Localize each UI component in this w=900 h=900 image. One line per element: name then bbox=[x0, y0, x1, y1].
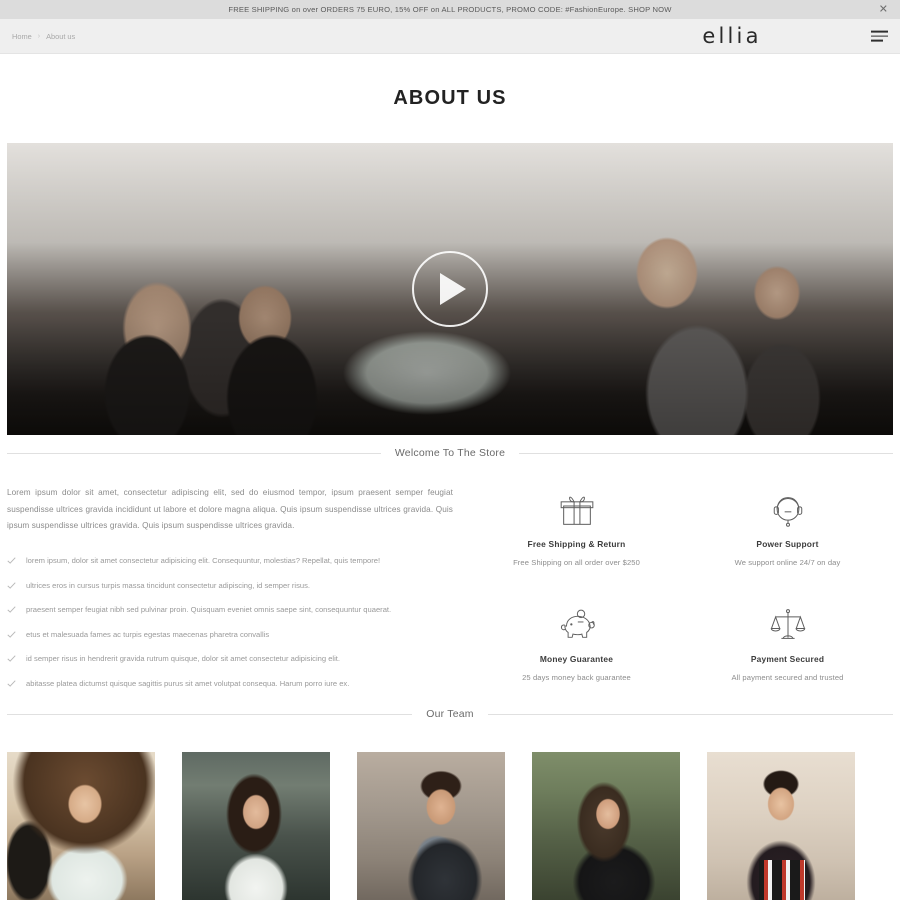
team-member-2[interactable] bbox=[182, 752, 330, 900]
check-icon bbox=[7, 581, 16, 590]
hamburger-bar-2 bbox=[871, 35, 888, 37]
feature-power-support: Power Support We support online 24/7 on … bbox=[682, 489, 893, 582]
feature-title: Payment Secured bbox=[750, 653, 825, 664]
team-member-photo bbox=[357, 752, 505, 900]
play-icon[interactable] bbox=[412, 251, 488, 327]
site-header: Home › About us ellia bbox=[0, 19, 900, 54]
welcome-content: Lorem ipsum dolor sit amet, consectetur … bbox=[0, 471, 900, 696]
promo-banner-text[interactable]: FREE SHIPPING on over ORDERS 75 EURO, 15… bbox=[228, 5, 671, 14]
close-icon[interactable]: ✕ bbox=[879, 4, 888, 15]
check-icon bbox=[7, 630, 16, 639]
headset-support-icon bbox=[768, 489, 808, 533]
welcome-heading-label: Welcome To The Store bbox=[394, 447, 506, 459]
list-item-label: praesent semper feugiat nibh sed pulvina… bbox=[26, 605, 392, 615]
welcome-paragraph: Lorem ipsum dolor sit amet, consectetur … bbox=[7, 488, 453, 530]
gift-box-icon bbox=[557, 489, 597, 533]
feature-free-shipping: Free Shipping & Return Free Shipping on … bbox=[471, 489, 682, 582]
hamburger-menu-icon[interactable] bbox=[871, 30, 888, 42]
divider-left bbox=[7, 713, 413, 715]
welcome-checklist: lorem ipsum, dolor sit amet consectetur … bbox=[7, 549, 453, 697]
team-member-4[interactable] bbox=[532, 752, 680, 900]
team-member-photo bbox=[7, 752, 155, 900]
welcome-section-heading: Welcome To The Store bbox=[7, 435, 894, 471]
feature-money-guarantee: Money Guarantee 25 days money back guara… bbox=[471, 604, 682, 697]
hero-video-banner[interactable] bbox=[7, 143, 893, 435]
feature-grid: Free Shipping & Return Free Shipping on … bbox=[471, 485, 893, 696]
check-icon bbox=[7, 654, 16, 663]
welcome-text-column: Lorem ipsum dolor sit amet, consectetur … bbox=[7, 485, 453, 696]
divider-left bbox=[7, 452, 381, 454]
hamburger-bar-3 bbox=[871, 39, 883, 42]
page-title: ABOUT US bbox=[393, 87, 507, 109]
page-title-section: ABOUT US bbox=[0, 54, 900, 143]
scales-balance-icon bbox=[769, 604, 807, 648]
feature-subtitle: Free Shipping on all order over $250 bbox=[513, 558, 640, 567]
divider-right bbox=[487, 713, 894, 715]
piggy-bank-icon bbox=[556, 604, 598, 648]
site-logo[interactable]: ellia bbox=[702, 24, 761, 48]
list-item-label: lorem ipsum, dolor sit amet consectetur … bbox=[26, 555, 381, 565]
list-item-label: abitasse platea dictumst quisque sagitti… bbox=[26, 679, 350, 689]
list-item: etus et malesuada fames ac turpis egesta… bbox=[7, 622, 453, 647]
list-item: lorem ipsum, dolor sit amet consectetur … bbox=[7, 549, 453, 574]
list-item: ultrices eros in cursus turpis massa tin… bbox=[7, 573, 453, 598]
feature-subtitle: We support online 24/7 on day bbox=[734, 558, 841, 567]
feature-title: Money Guarantee bbox=[539, 653, 614, 664]
play-triangle bbox=[440, 273, 466, 305]
list-item-label: id semper risus in hendrerit gravida rut… bbox=[26, 654, 341, 664]
team-section-heading: Our Team bbox=[7, 696, 894, 732]
check-icon bbox=[7, 605, 16, 614]
team-gallery bbox=[0, 732, 900, 900]
list-item: praesent semper feugiat nibh sed pulvina… bbox=[7, 598, 453, 623]
feature-subtitle: All payment secured and trusted bbox=[731, 672, 844, 682]
team-member-photo bbox=[182, 752, 330, 900]
team-member-photo bbox=[707, 752, 855, 900]
feature-subtitle: 25 days money back guarantee bbox=[522, 672, 631, 682]
feature-title: Power Support bbox=[756, 539, 819, 549]
breadcrumb-item-about-us[interactable]: About us bbox=[46, 32, 75, 41]
list-item: abitasse platea dictumst quisque sagitti… bbox=[7, 672, 453, 697]
team-member-1[interactable] bbox=[7, 752, 155, 900]
list-item-label: etus et malesuada fames ac turpis egesta… bbox=[26, 629, 270, 639]
promo-banner: FREE SHIPPING on over ORDERS 75 EURO, 15… bbox=[0, 0, 900, 19]
breadcrumb-item-home[interactable]: Home bbox=[12, 32, 32, 41]
check-icon bbox=[7, 556, 16, 565]
list-item-label: ultrices eros in cursus turpis massa tin… bbox=[26, 580, 311, 590]
feature-title: Free Shipping & Return bbox=[527, 539, 626, 549]
check-icon bbox=[7, 679, 16, 688]
divider-right bbox=[519, 452, 894, 454]
team-member-photo bbox=[532, 752, 680, 900]
hamburger-bar-1 bbox=[871, 30, 888, 33]
team-heading-label: Our Team bbox=[426, 708, 474, 721]
breadcrumb-separator-icon: › bbox=[37, 32, 41, 40]
team-member-5[interactable] bbox=[707, 752, 855, 900]
feature-payment-secured: Payment Secured All payment secured and … bbox=[682, 604, 893, 697]
team-member-3[interactable] bbox=[357, 752, 505, 900]
list-item: id semper risus in hendrerit gravida rut… bbox=[7, 647, 453, 672]
breadcrumb: Home › About us bbox=[12, 32, 75, 41]
